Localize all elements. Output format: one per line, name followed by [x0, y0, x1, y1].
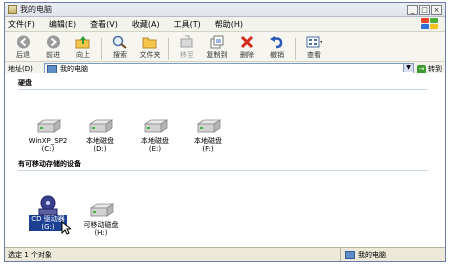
move-to-button[interactable]: 移至	[172, 35, 202, 60]
removable-disk-letter: (H:)	[94, 229, 108, 237]
content-pane: 硬盘 WinXP_SP2 (C:) 本地磁盘 (D:) 本地磁盘 (E:) 本地磁盘 (F:)…	[5, 73, 445, 248]
toolbar-separator	[101, 38, 102, 60]
copy-to-button[interactable]: 复制到	[202, 35, 232, 60]
removable-disk-name: 可移动磁盘	[83, 221, 119, 229]
menu-favorites[interactable]: 收藏(A)	[132, 19, 160, 30]
undo-label: 撤销	[270, 51, 284, 59]
cd-drive-letter: (G:)	[41, 223, 55, 231]
status-right-pane: 我的电脑	[340, 248, 445, 261]
drive-icon	[87, 117, 114, 135]
windows-logo-icon	[421, 18, 441, 30]
drive-name: 本地磁盘	[194, 137, 222, 145]
section-removable: 有可移动存储的设备	[18, 160, 81, 168]
maximize-button[interactable]: □	[419, 4, 430, 15]
drive-letter: (F:)	[202, 145, 214, 153]
copy-to-label: 复制到	[206, 51, 228, 59]
removable-disk-item[interactable]: 可移动磁盘 (H:)	[78, 201, 124, 237]
back-arrow-icon	[15, 35, 31, 49]
mouse-cursor-icon	[61, 221, 71, 235]
title-bar[interactable]: 我的电脑 _ □ ×	[5, 3, 445, 17]
forward-button[interactable]: 前进	[38, 35, 68, 60]
drive-letter: (E:)	[148, 145, 162, 153]
drive-item[interactable]: WinXP_SP2 (C:)	[25, 117, 71, 153]
drive-icon	[142, 117, 169, 135]
minimize-button[interactable]: _	[407, 4, 418, 15]
status-right: 我的电脑	[358, 250, 386, 259]
drive-label: 本地磁盘 (D:)	[86, 137, 114, 153]
views-grid-icon	[306, 35, 322, 49]
explorer-window: 我的电脑 _ □ × 文件(F) 编辑(E) 查看(V) 收藏(A) 工具(T)…	[4, 2, 446, 262]
toolbar-separator	[295, 38, 296, 60]
forward-label: 前进	[46, 51, 60, 59]
drive-name: 本地磁盘	[86, 137, 114, 145]
back-label: 后退	[16, 51, 30, 59]
my-computer-icon	[345, 250, 355, 259]
up-label: 向上	[76, 51, 90, 59]
delete-label: 删除	[240, 51, 254, 59]
menu-bar: 文件(F) 编辑(E) 查看(V) 收藏(A) 工具(T) 帮助(H)	[5, 17, 445, 32]
status-left: 选定 1 个对象	[8, 250, 52, 259]
section-divider	[18, 89, 428, 90]
undo-button[interactable]: 撤销	[262, 35, 292, 60]
section-hard-disks: 硬盘	[18, 79, 32, 87]
drive-name: WinXP_SP2	[28, 137, 68, 145]
drive-label: WinXP_SP2 (C:)	[29, 137, 68, 153]
drive-name: 本地磁盘	[141, 137, 169, 145]
views-button[interactable]: 查看	[299, 35, 329, 60]
address-dropdown-icon[interactable]: ▼	[403, 64, 413, 72]
folders-label: 文件夹	[139, 51, 161, 59]
menu-edit[interactable]: 编辑(E)	[49, 19, 76, 30]
drive-item[interactable]: 本地磁盘 (E:)	[132, 117, 178, 153]
status-bar: 选定 1 个对象 我的电脑	[5, 247, 445, 261]
close-button[interactable]: ×	[431, 4, 442, 15]
move-to-label: 移至	[180, 51, 194, 59]
toolbar-separator	[168, 38, 169, 60]
removable-disk-icon	[88, 201, 115, 219]
search-button[interactable]: 搜索	[105, 35, 135, 60]
search-label: 搜索	[113, 51, 127, 59]
copy-to-icon	[209, 35, 225, 49]
my-computer-icon	[8, 5, 17, 14]
drive-letter: (D:)	[93, 145, 107, 153]
delete-x-icon	[239, 35, 255, 49]
forward-arrow-icon	[45, 35, 61, 49]
folders-icon	[142, 35, 158, 49]
views-label: 查看	[307, 51, 321, 59]
undo-icon	[269, 35, 285, 49]
drive-icon	[195, 117, 222, 135]
menu-help[interactable]: 帮助(H)	[215, 19, 243, 30]
drive-label: 本地磁盘 (F:)	[194, 137, 222, 153]
up-button[interactable]: 向上	[68, 35, 98, 60]
search-icon	[112, 35, 128, 49]
drive-icon	[35, 117, 62, 135]
cd-drive-icon	[35, 195, 61, 216]
delete-button[interactable]: 删除	[232, 35, 262, 60]
section-divider	[18, 170, 428, 171]
removable-disk-label: 可移动磁盘 (H:)	[84, 221, 119, 237]
menu-tools[interactable]: 工具(T)	[174, 19, 201, 30]
toolbar: 后退 前进 向上 搜索 文件夹 移至 复制到 删除 撤销 查看	[5, 32, 445, 62]
move-to-icon	[179, 35, 195, 49]
folders-button[interactable]: 文件夹	[135, 35, 165, 60]
folder-up-icon	[75, 35, 91, 49]
drive-item[interactable]: 本地磁盘 (D:)	[77, 117, 123, 153]
menu-view[interactable]: 查看(V)	[90, 19, 118, 30]
window-title: 我的电脑	[20, 5, 52, 14]
drive-item[interactable]: 本地磁盘 (F:)	[185, 117, 231, 153]
drive-label: 本地磁盘 (E:)	[141, 137, 169, 153]
drive-letter: (C:)	[41, 145, 55, 153]
menu-file[interactable]: 文件(F)	[8, 19, 35, 30]
back-button[interactable]: 后退	[8, 35, 38, 60]
